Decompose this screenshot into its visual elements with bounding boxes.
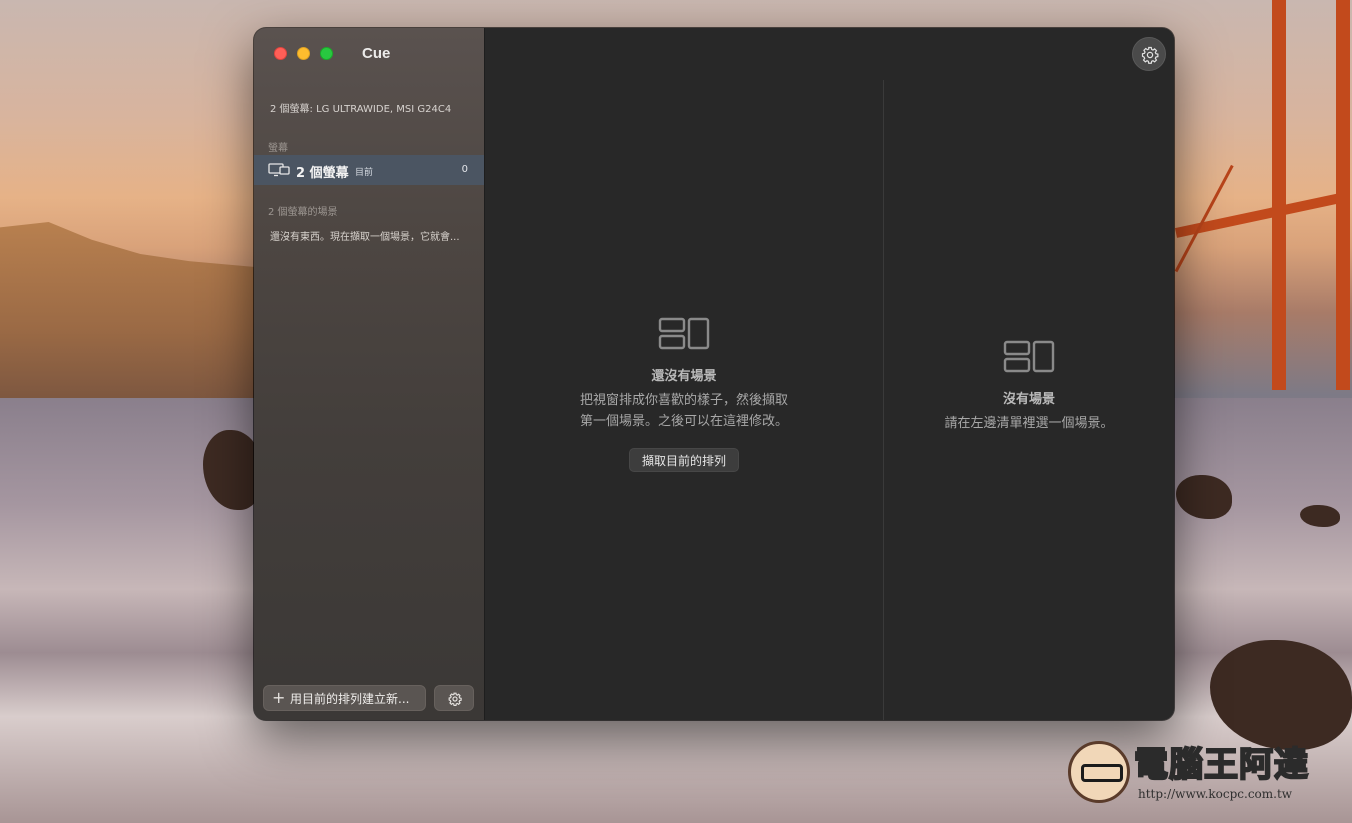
sidebar-item-label: 2 個螢幕 [296,166,349,181]
scenes-empty-pane: 還沒有場景 把視窗排成你喜歡的樣子，然後擷取 第一個場景。之後可以在這裡修改。 … [485,317,883,472]
watermark-mascot-icon [1068,741,1130,803]
sidebar-item-two-screens[interactable]: 2 個螢幕 目前 0 [254,155,484,185]
gear-icon [448,692,462,706]
window-zoom-button[interactable] [320,47,333,60]
scene-detail-pane: 沒有場景 請在左邊清單裡選一個場景。 [884,340,1174,434]
current-badge: 目前 [355,168,374,178]
scenes-section-label: 2 個螢幕的場景 [268,207,338,218]
main-content: 還沒有場景 把視窗排成你喜歡的樣子，然後擷取 第一個場景。之後可以在這裡修改。 … [485,28,1174,720]
sidebar-settings-button[interactable] [434,685,474,711]
empty-description-line-1: 把視窗排成你喜歡的樣子，然後擷取 [579,393,788,408]
wallpaper-hill [0,222,270,400]
window-close-button[interactable] [274,47,287,60]
bridge-tower [1272,0,1286,390]
screens-section-label: 螢幕 [268,143,288,154]
empty-heading: 還沒有場景 [651,369,717,384]
layout-icon [1003,340,1055,373]
app-title: Cue [362,45,391,62]
no-scene-heading: 沒有場景 [1002,392,1055,407]
watermark-text: 電腦王阿達 [1133,744,1309,786]
settings-button[interactable] [1132,37,1166,71]
displays-icon [268,163,290,177]
new-scene-button[interactable]: + 用目前的排列建立新... [263,685,426,711]
scene-count: 0 [461,164,468,175]
layout-icon [658,317,710,350]
scenes-empty-message: 還沒有東西。現在擷取一個場景，它就會... [270,232,460,243]
sidebar: Cue 2 個螢幕: LG ULTRAWIDE, MSI G24C4 螢幕 2 … [254,28,485,720]
window-minimize-button[interactable] [297,47,310,60]
new-scene-button-label: 用目前的排列建立新... [290,692,410,706]
capture-arrangement-button[interactable]: 擷取目前的排列 [628,448,739,472]
plus-icon: + [272,688,286,707]
empty-description-line-2: 第一個場景。之後可以在這裡修改。 [579,414,788,429]
watermark-url: http://www.kocpc.com.tw [1138,787,1293,801]
site-watermark: 電腦王阿達 http://www.kocpc.com.tw [1068,735,1340,807]
displays-summary: 2 個螢幕: LG ULTRAWIDE, MSI G24C4 [270,104,452,115]
bridge-deck [1174,191,1350,238]
no-scene-description: 請在左邊清單裡選一個場景。 [944,416,1114,431]
app-window: Cue 2 個螢幕: LG ULTRAWIDE, MSI G24C4 螢幕 2 … [254,28,1174,720]
gear-icon [1141,46,1159,64]
